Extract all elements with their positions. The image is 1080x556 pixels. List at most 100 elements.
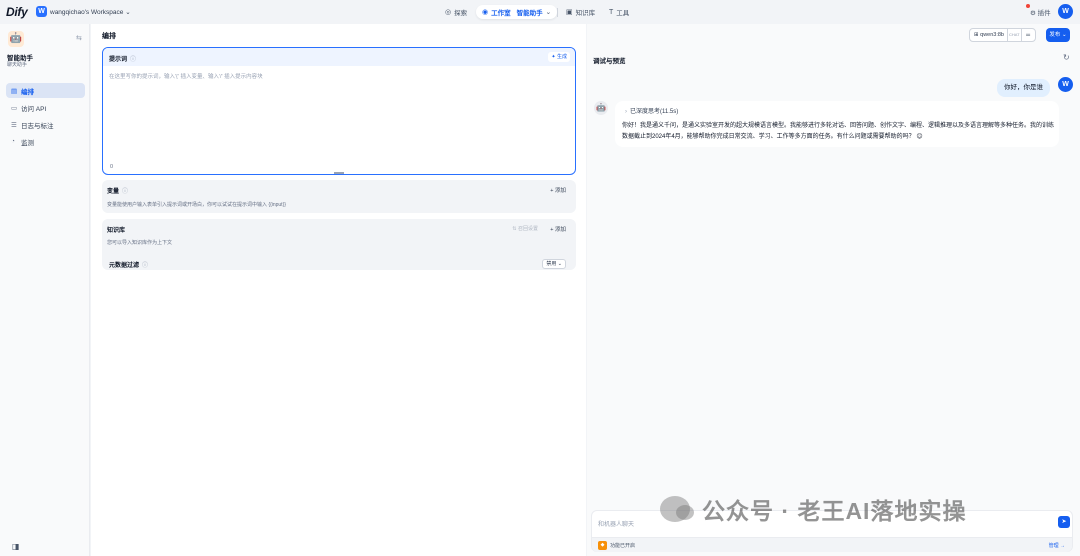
model-name: qwen3:8b <box>980 32 1004 38</box>
prompt-label-text: 提示词 <box>109 57 128 63</box>
chevron-down-icon: ⌄ <box>557 261 562 267</box>
recall-settings-button[interactable]: ⇅ 召回设置 <box>512 225 538 232</box>
generate-prompt-button[interactable]: ✦ 生成 <box>548 52 570 62</box>
workspace-avatar[interactable]: W <box>36 6 47 17</box>
sliders-icon[interactable]: ⚌ <box>1026 29 1031 41</box>
page-title: 编排 <box>102 33 116 40</box>
knowledge-description: 您可以导入知识库作为上下文 <box>107 240 173 246</box>
manage-label: 管理 <box>1048 543 1059 549</box>
user-avatar[interactable]: W <box>1058 4 1073 19</box>
app-type: 聊天助手 <box>7 62 28 68</box>
top-navigation-bar: Dify W wangqichao's Workspace ⌄ ◎ 探索 ◉ 工作室… <box>0 0 1080 24</box>
sparkle-icon: ✦ <box>551 54 556 60</box>
debug-title: 调试与预览 <box>593 58 626 65</box>
bot-reply-text: 你好！我是通义千问，是通义实验室开发的超大规模语言模型。我能够进行多轮对话、回答… <box>622 123 1055 140</box>
add-label: 添加 <box>554 188 566 194</box>
manage-features-link[interactable]: 管理 → <box>1049 542 1065 549</box>
prompt-input[interactable]: 在这里写你的提示词，输入'{' 插入变量、输入'/' 插入提示内容块 <box>109 72 263 80</box>
knowledge-label: 知识库 <box>107 228 126 234</box>
workspace-switcher[interactable]: wangqichao's Workspace ⌄ <box>50 8 131 16</box>
variables-section: 变量 ⓘ + 添加 变量能使用户输入表单引入提示词或开场白，你可以试试在提示词中输… <box>102 180 576 213</box>
chevron-down-icon: ⌄ <box>545 9 552 16</box>
feature-icon: ◆ <box>598 541 607 550</box>
watermark: 公众号 · 老王AI落地实操 <box>660 492 966 526</box>
orchestrate-panel: 编排 提示词 ⓘ ✦ 生成 在这里写你的提示词，输入'{' 插入变量、输入'/' … <box>91 24 586 556</box>
debug-preview-panel: ⊞ qwen3:8b CHAT ⚌ 发布 ⌄ 调试与预览 ↻ 你好，你是谁 W 🤖 … <box>587 24 1080 556</box>
add-knowledge-button[interactable]: + 添加 <box>550 225 566 233</box>
expand-sidebar-icon[interactable]: ◨ <box>12 542 20 551</box>
prompt-editor[interactable]: 提示词 ⓘ ✦ 生成 在这里写你的提示词，输入'{' 插入变量、输入'/' 插入提… <box>102 47 576 175</box>
filter-value: 禁用 <box>546 261 557 267</box>
thinking-label: 已深度思考(11.5s) <box>630 109 679 115</box>
switch-icon[interactable]: ⇆ <box>76 34 82 42</box>
variables-label: 变量 <box>107 189 120 195</box>
nav-studio[interactable]: ◉ 工作室 智能助手 ⌄ <box>476 5 558 19</box>
bot-avatar: 🤖 <box>594 101 608 115</box>
metadata-filter-label: 元数据过滤 <box>109 263 140 269</box>
studio-icon: ◉ <box>482 9 489 16</box>
send-button[interactable]: ➤ <box>1058 516 1070 528</box>
book-icon: ▣ <box>566 9 573 16</box>
publish-button[interactable]: 发布 ⌄ <box>1046 28 1070 42</box>
refresh-icon[interactable]: ↻ <box>1063 53 1070 62</box>
sidebar-item-api[interactable]: ▭ 访问 API <box>6 100 85 115</box>
model-icon: ⊞ <box>974 32 979 38</box>
nav-divider <box>557 8 558 17</box>
send-icon: ➤ <box>1061 519 1067 525</box>
plugins-button[interactable]: ⚙ 插件 <box>1030 7 1051 17</box>
metadata-filter-select[interactable]: 禁用 ⌄ <box>542 259 566 269</box>
knowledge-section: 知识库 ⇅ 召回设置 + 添加 您可以导入知识库作为上下文 元数据过滤 ⓘ 禁用 … <box>102 219 576 270</box>
monitor-icon: ◔ <box>11 138 15 145</box>
prompt-label: 提示词 ⓘ <box>109 54 136 63</box>
workspace-name: wangqichao's Workspace <box>50 9 124 16</box>
nav-tools[interactable]: T 工具 <box>609 5 629 19</box>
sidebar-item-label: 访问 API <box>21 105 47 113</box>
sidebar-item-monitor[interactable]: ◔ 监测 <box>6 134 85 149</box>
sidebar-item-label: 日志与标注 <box>21 122 54 130</box>
hammer-icon: T <box>609 8 614 16</box>
robot-icon[interactable]: 🤖 <box>8 31 24 47</box>
variables-description: 变量能使用户输入表单引入提示词或开场白，你可以试试在提示词中输入 {{input… <box>107 202 286 208</box>
current-app-breadcrumb[interactable]: 智能助手 <box>517 7 543 17</box>
sidebar-item-orchestrate[interactable]: ▤ 编排 <box>6 83 85 98</box>
dify-logo[interactable]: Dify <box>6 5 28 19</box>
thinking-toggle[interactable]: › 已深度思考(11.5s) <box>625 106 678 115</box>
model-selector[interactable]: ⊞ qwen3:8b CHAT ⚌ <box>969 28 1036 42</box>
sidebar-item-label: 监测 <box>21 139 34 147</box>
resize-handle[interactable] <box>334 172 344 174</box>
sidebar-item-logs[interactable]: ☰ 日志与标注 <box>6 117 85 132</box>
help-icon[interactable]: ⓘ <box>130 57 136 63</box>
sidebar-item-label: 编排 <box>21 88 34 96</box>
compass-icon: ◎ <box>445 9 452 16</box>
app-sidebar: 🤖 ⇆ 智能助手 聊天助手 ▤ 编排 ▭ 访问 API ☰ 日志与标注 ◔ 监测 ◨ <box>0 24 90 556</box>
add-variable-button[interactable]: + 添加 <box>550 186 566 194</box>
plugin-icon: ⚙ <box>1030 10 1036 17</box>
chat-input[interactable]: 和机器人聊天 <box>598 519 634 528</box>
watermark-text: 公众号 · 老王AI落地实操 <box>702 498 967 524</box>
chevron-right-icon: › <box>625 109 627 115</box>
sidebar-menu: ▤ 编排 ▭ 访问 API ☰ 日志与标注 ◔ 监测 <box>6 83 85 151</box>
model-tag: CHAT <box>1007 28 1022 42</box>
nav-knowledge[interactable]: ▣ 知识库 <box>566 5 595 19</box>
nav-explore-label: 探索 <box>454 10 468 17</box>
metadata-filter-heading: 元数据过滤 ⓘ <box>109 260 148 269</box>
settings-icon: ⇅ <box>512 226 517 232</box>
feature-bar: ◆ 功能已开启 管理 → <box>592 537 1072 552</box>
wechat-icon <box>660 496 694 522</box>
bot-message: › 已深度思考(11.5s) 你好！我是通义千问，是通义实验室开发的超大规模语言模… <box>615 101 1059 147</box>
publish-label: 发布 <box>1049 32 1061 38</box>
variables-heading: 变量 ⓘ <box>107 186 128 195</box>
generate-label: 生成 <box>556 54 567 60</box>
nav-knowledge-label: 知识库 <box>575 10 596 17</box>
chevron-down-icon: ⌄ <box>125 9 131 16</box>
user-avatar: W <box>1058 77 1073 92</box>
add-label: 添加 <box>554 227 566 233</box>
help-icon[interactable]: ⓘ <box>122 189 128 195</box>
prompt-char-count: 0 <box>110 164 114 170</box>
api-icon: ▭ <box>11 104 18 112</box>
nav-explore[interactable]: ◎ 探索 <box>445 5 467 19</box>
help-icon[interactable]: ⓘ <box>142 263 148 269</box>
arrow-right-icon: → <box>1060 543 1065 549</box>
feature-status: 功能已开启 <box>610 543 636 549</box>
plugins-label: 插件 <box>1037 10 1051 17</box>
